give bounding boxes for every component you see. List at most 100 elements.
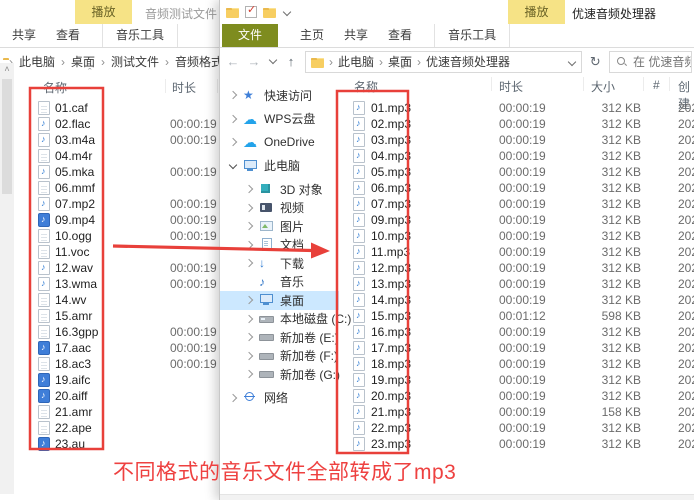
sidebar-item[interactable]: 视频 (220, 199, 339, 218)
sidebar-item[interactable]: 桌面 (220, 291, 339, 310)
sidebar-item[interactable]: 新加卷 (G:) (220, 365, 339, 384)
ribbon-tab[interactable]: 查看 (46, 24, 90, 47)
expander-icon[interactable] (228, 90, 238, 100)
qat-icon[interactable] (245, 6, 257, 18)
file-row[interactable]: 13.mp3 00:00:19 312 KB 202 (346, 276, 694, 292)
breadcrumb-item[interactable]: 测试文件 (95, 53, 159, 70)
file-row[interactable]: 23.mp3 00:00:19 312 KB 202 (346, 436, 694, 452)
column-header-name[interactable]: 名称 (43, 79, 67, 96)
address-box[interactable]: 此电脑 桌面 优速音频处理器 (305, 51, 582, 73)
file-row[interactable]: 16.mp3 00:00:19 312 KB 202 (346, 324, 694, 340)
file-row[interactable]: 04.m4r (14, 148, 219, 164)
sidebar-item[interactable]: 此电脑 (220, 157, 339, 176)
search-box[interactable]: 在 优速音频 (609, 51, 692, 73)
qat-icon[interactable] (282, 7, 291, 16)
file-row[interactable]: 03.mp3 00:00:19 312 KB 202 (346, 132, 694, 148)
nav-icon[interactable] (268, 55, 277, 69)
expander-icon[interactable] (228, 393, 238, 403)
ribbon-tab[interactable]: 查看 (378, 24, 422, 47)
expander-icon[interactable] (244, 351, 254, 361)
file-row[interactable]: 06.mp3 00:00:19 312 KB 202 (346, 180, 694, 196)
file-row[interactable]: 09.mp3 00:00:19 312 KB 202 (346, 212, 694, 228)
file-row[interactable]: 23.au (14, 436, 219, 452)
file-row[interactable]: 12.wav 00:00:19 (14, 260, 219, 276)
file-row[interactable]: 19.aifc (14, 372, 219, 388)
file-row[interactable]: 21.amr (14, 404, 219, 420)
expander-icon[interactable] (244, 295, 254, 305)
nav-pane-scrollbar[interactable]: ˄ (0, 63, 14, 494)
breadcrumb-item[interactable]: 此电脑 (324, 53, 374, 70)
sidebar-item[interactable]: 新加卷 (E:) (220, 328, 339, 347)
ribbon-tab[interactable]: 音乐工具 (434, 24, 510, 47)
sidebar-item[interactable]: WPS云盘 (220, 110, 339, 129)
nav-icon[interactable] (284, 55, 298, 69)
expander-icon[interactable] (244, 277, 254, 287)
expander-icon[interactable] (244, 314, 254, 324)
expander-icon[interactable] (244, 369, 254, 379)
scrollbar-up-icon[interactable]: ˄ (0, 63, 14, 76)
file-row[interactable]: 09.mp4 00:00:19 (14, 212, 219, 228)
expander-icon[interactable] (244, 240, 254, 250)
file-menu-tab[interactable]: 文件 (222, 24, 278, 47)
qat-icon[interactable] (226, 8, 239, 18)
file-row[interactable]: 14.mp3 00:00:19 312 KB 202 (346, 292, 694, 308)
file-row[interactable]: 12.mp3 00:00:19 312 KB 202 (346, 260, 694, 276)
expander-icon[interactable] (228, 161, 238, 171)
sidebar-item[interactable]: 网络 (220, 389, 339, 408)
ribbon-tab[interactable]: 共享 (2, 24, 46, 47)
file-row[interactable]: 17.mp3 00:00:19 312 KB 202 (346, 340, 694, 356)
file-row[interactable]: 15.amr (14, 308, 219, 324)
file-row[interactable]: 02.flac 00:00:19 (14, 116, 219, 132)
sidebar-item[interactable]: 音乐 (220, 273, 339, 292)
expander-icon[interactable] (244, 203, 254, 213)
expander-icon[interactable] (228, 114, 238, 124)
expander-icon[interactable] (244, 184, 254, 194)
file-row[interactable]: 22.ape (14, 420, 219, 436)
file-row[interactable]: 21.mp3 00:00:19 158 KB 202 (346, 404, 694, 420)
file-row[interactable]: 18.ac3 00:00:19 (14, 356, 219, 372)
file-row[interactable]: 11.mp3 00:00:19 312 KB 202 (346, 244, 694, 260)
sidebar-item[interactable]: OneDrive (220, 133, 339, 152)
sidebar-item[interactable]: 快速访问 (220, 86, 339, 105)
file-row[interactable]: 05.mp3 00:00:19 312 KB 202 (346, 164, 694, 180)
column-header-duration[interactable]: 时长 (499, 78, 523, 95)
file-row[interactable]: 19.mp3 00:00:19 312 KB 202 (346, 372, 694, 388)
chevron-down-icon[interactable] (567, 57, 576, 66)
file-row[interactable]: 05.mka 00:00:19 (14, 164, 219, 180)
column-header-size[interactable]: 大小 (591, 78, 615, 95)
ribbon-tab[interactable]: 主页 (290, 24, 334, 47)
nav-icon[interactable] (247, 55, 261, 69)
column-header-duration[interactable]: 时长 (172, 79, 196, 96)
file-row[interactable]: 15.mp3 00:01:12 598 KB 202 (346, 308, 694, 324)
breadcrumb-item[interactable]: 桌面 (374, 53, 412, 70)
file-row[interactable]: 16.3gpp 00:00:19 (14, 324, 219, 340)
column-header-hash[interactable]: # (653, 78, 660, 92)
qat-icon[interactable] (263, 8, 276, 18)
ribbon-tab[interactable]: 音乐工具 (102, 24, 178, 47)
file-row[interactable]: 17.aac 00:00:19 (14, 340, 219, 356)
expander-icon[interactable] (244, 258, 254, 268)
file-row[interactable]: 14.wv (14, 292, 219, 308)
file-row[interactable]: 01.mp3 00:00:19 312 KB 202 (346, 100, 694, 116)
expander-icon[interactable] (244, 332, 254, 342)
file-row[interactable]: 07.mp2 00:00:19 (14, 196, 219, 212)
sidebar-item[interactable]: 3D 对象 (220, 180, 339, 199)
sidebar-item[interactable]: 文档 (220, 236, 339, 255)
sidebar-item[interactable]: 新加卷 (F:) (220, 347, 339, 366)
file-row[interactable]: 11.voc (14, 244, 219, 260)
file-row[interactable]: 01.caf (14, 100, 219, 116)
left-address-bar[interactable]: 此电脑 桌面 测试文件 音频格式转换 (0, 48, 219, 75)
column-header-name[interactable]: 名称 (354, 78, 378, 95)
file-row[interactable]: 10.ogg 00:00:19 (14, 228, 219, 244)
file-row[interactable]: 04.mp3 00:00:19 312 KB 202 (346, 148, 694, 164)
file-row[interactable]: 22.mp3 00:00:19 312 KB 202 (346, 420, 694, 436)
file-row[interactable]: 20.aiff (14, 388, 219, 404)
file-row[interactable]: 13.wma 00:00:19 (14, 276, 219, 292)
file-row[interactable]: 03.m4a 00:00:19 (14, 132, 219, 148)
file-row[interactable]: 02.mp3 00:00:19 312 KB 202 (346, 116, 694, 132)
file-row[interactable]: 10.mp3 00:00:19 312 KB 202 (346, 228, 694, 244)
ribbon-tab[interactable]: 共享 (334, 24, 378, 47)
file-row[interactable]: 06.mmf (14, 180, 219, 196)
file-row[interactable]: 18.mp3 00:00:19 312 KB 202 (346, 356, 694, 372)
nav-icon[interactable] (226, 55, 240, 69)
